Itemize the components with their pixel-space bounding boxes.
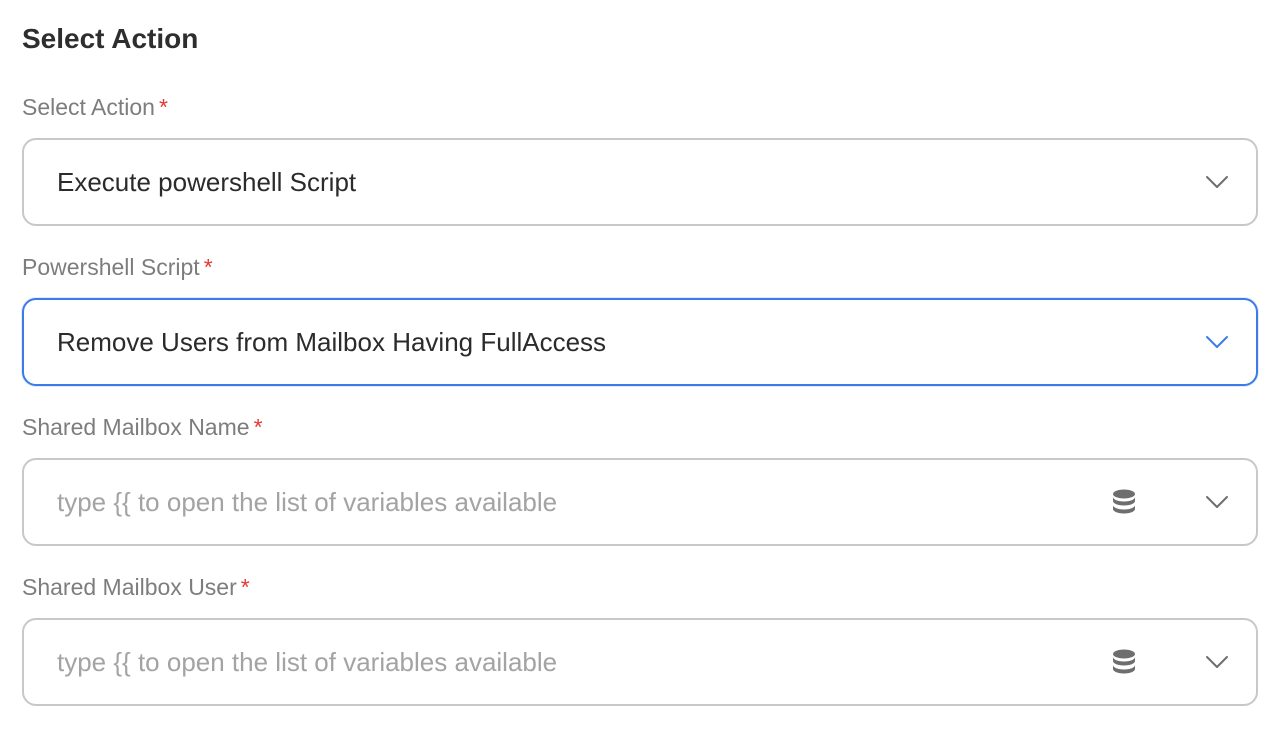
powershell-script-label: Powershell Script * xyxy=(22,252,1258,282)
shared-mailbox-user-input-wrapper[interactable] xyxy=(22,618,1258,706)
select-action-dropdown[interactable]: Execute powershell Script xyxy=(22,138,1258,226)
shared-mailbox-user-field: Shared Mailbox User * xyxy=(22,572,1258,706)
select-action-label-text: Select Action xyxy=(22,94,155,120)
powershell-script-dropdown[interactable]: Remove Users from Mailbox Having FullAcc… xyxy=(22,298,1258,386)
chevron-down-icon[interactable] xyxy=(1204,169,1230,195)
select-action-field: Select Action * Execute powershell Script xyxy=(22,92,1258,226)
section-title: Select Action xyxy=(22,23,199,54)
chevron-down-icon[interactable] xyxy=(1204,329,1230,355)
shared-mailbox-name-field: Shared Mailbox Name * xyxy=(22,412,1258,546)
shared-mailbox-name-input-wrapper[interactable] xyxy=(22,458,1258,546)
shared-mailbox-user-input[interactable] xyxy=(57,646,1110,678)
shared-mailbox-name-input[interactable] xyxy=(57,486,1110,518)
database-icon[interactable] xyxy=(1110,647,1138,677)
shared-mailbox-name-label: Shared Mailbox Name * xyxy=(22,412,1258,442)
powershell-script-label-text: Powershell Script xyxy=(22,254,200,280)
database-icon[interactable] xyxy=(1110,487,1138,517)
powershell-script-value: Remove Users from Mailbox Having FullAcc… xyxy=(57,326,607,357)
shared-mailbox-name-label-text: Shared Mailbox Name xyxy=(22,414,250,440)
chevron-down-icon[interactable] xyxy=(1204,649,1230,675)
required-asterisk: * xyxy=(253,414,263,440)
required-asterisk: * xyxy=(240,574,250,600)
select-action-label: Select Action * xyxy=(22,92,1258,122)
powershell-script-field: Powershell Script * Remove Users from Mai… xyxy=(22,252,1258,386)
select-action-value: Execute powershell Script xyxy=(57,166,357,197)
chevron-down-icon[interactable] xyxy=(1204,489,1230,515)
required-asterisk: * xyxy=(158,94,168,120)
required-asterisk: * xyxy=(203,254,213,280)
shared-mailbox-user-label: Shared Mailbox User * xyxy=(22,572,1258,602)
shared-mailbox-user-label-text: Shared Mailbox User xyxy=(22,574,237,600)
